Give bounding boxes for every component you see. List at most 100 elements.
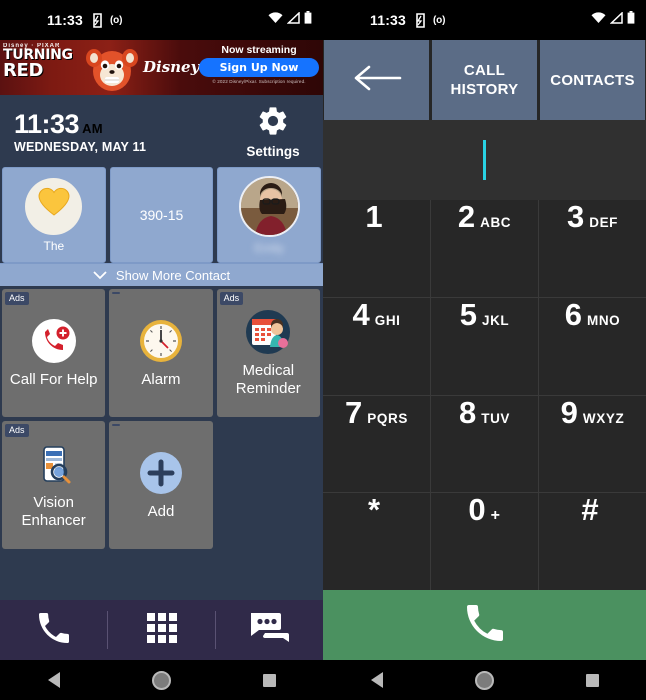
key-letters: TUV xyxy=(481,410,511,426)
dialpad-key-hash[interactable]: # xyxy=(539,493,646,590)
status-time: 11:33 xyxy=(47,12,84,28)
android-recents-button[interactable] xyxy=(215,673,323,687)
favorite-contacts-row: The 390-15 Emily xyxy=(0,167,323,263)
dialpad-key-5[interactable]: 5 JKL xyxy=(431,297,538,395)
banner-studio: Disney · PIXAR xyxy=(3,43,61,49)
recents-square-icon xyxy=(585,673,599,687)
call-button[interactable] xyxy=(323,590,646,660)
signal-icon xyxy=(286,11,300,29)
medical-calendar-icon xyxy=(244,308,292,356)
app-tile-medical-reminder[interactable]: Ads Medical Reminder xyxy=(216,289,320,417)
app-tile-add[interactable]: Add xyxy=(109,421,213,549)
dialpad-key-8[interactable]: 8 TUV xyxy=(431,394,538,493)
contact-name: The xyxy=(43,238,65,253)
plus-circle-icon xyxy=(137,449,185,497)
nav-phone-button[interactable] xyxy=(0,600,107,660)
dialpad-key-4[interactable]: 4 GHI xyxy=(323,296,430,395)
app-tile-alarm[interactable]: Alarm xyxy=(109,289,213,417)
heart-emoji-avatar xyxy=(25,177,83,235)
contact-name: Emily xyxy=(254,240,284,255)
apps-grid-icon xyxy=(143,609,181,652)
battery-icon xyxy=(627,11,635,29)
sign-up-now-button[interactable]: Sign Up Now xyxy=(199,58,319,77)
clock-ampm: AM xyxy=(82,120,103,136)
key-letters: DEF xyxy=(589,215,619,230)
wifi-icon xyxy=(268,11,283,29)
back-triangle-icon xyxy=(370,672,383,688)
dialpad-key-star[interactable]: * xyxy=(323,493,430,590)
status-bar-right-group xyxy=(268,11,312,29)
status-bar-right-group xyxy=(591,11,635,29)
android-home-button[interactable] xyxy=(431,670,539,690)
contacts-button[interactable]: CONTACTS xyxy=(540,40,645,120)
arrow-left-icon xyxy=(352,65,402,96)
key-digit: 8 xyxy=(458,394,477,430)
contact-tile[interactable]: Emily xyxy=(217,167,322,263)
text-caret xyxy=(483,140,486,180)
contact-number: 390-15 xyxy=(139,207,184,223)
vibrate-icon xyxy=(413,12,426,28)
app-tile-empty xyxy=(217,421,320,549)
android-back-button[interactable] xyxy=(0,672,108,688)
key-letters: MNO xyxy=(586,312,621,328)
dialpad: 1 2 ABC 3 DEF 4 GHI 5 JKL 6 MNO 7 PQRS 8… xyxy=(323,200,646,590)
dialpad-key-1[interactable]: 1 xyxy=(323,200,430,297)
app-tile-call-for-help[interactable]: Ads Call For Help xyxy=(2,289,106,417)
left-phone-screen: 11:33 (o) Disney · PIXAR TURNING RED Dis… xyxy=(0,0,323,700)
dialpad-key-2[interactable]: 2 ABC xyxy=(431,200,538,297)
gear-icon xyxy=(256,106,290,142)
key-digit: 0 xyxy=(468,492,486,528)
dialpad-key-3[interactable]: 3 DEF xyxy=(539,200,646,297)
android-back-button[interactable] xyxy=(323,672,431,688)
clock-time: 11:33 xyxy=(14,108,80,139)
alarm-clock-icon xyxy=(137,317,185,365)
clock-date: WEDNESDAY, MAY 11 xyxy=(14,139,147,154)
contact-photo-avatar xyxy=(238,175,300,237)
banner-cta-block: Now streaming Sign Up Now © 2022 Disney/… xyxy=(199,44,319,84)
banner-headline: Now streaming xyxy=(221,44,297,56)
key-digit: 4 xyxy=(352,296,370,332)
magnifier-phone-icon xyxy=(30,440,78,488)
app-tile-vision-enhancer[interactable]: Ads Vision Enhancer xyxy=(2,421,106,549)
disney-ad-banner[interactable]: Disney · PIXAR TURNING RED Disney+ Now s… xyxy=(0,40,323,95)
red-panda-artwork xyxy=(83,44,141,92)
dialpad-key-6[interactable]: 6 MNO xyxy=(539,297,646,395)
recents-square-icon xyxy=(262,673,276,687)
wifi-icon xyxy=(591,11,606,29)
app-label: Alarm xyxy=(141,371,181,388)
vibrate-icon xyxy=(90,12,103,28)
emergency-call-icon xyxy=(30,317,78,365)
app-label: Vision Enhancer xyxy=(21,494,86,529)
key-digit: 2 xyxy=(457,199,476,234)
back-triangle-icon xyxy=(47,672,60,688)
app-label: Call For Help xyxy=(9,371,98,388)
key-letters: PQRS xyxy=(367,410,408,426)
nav-apps-button[interactable] xyxy=(108,600,215,660)
contact-tile[interactable]: 390-15 xyxy=(109,167,214,263)
key-letters: JKL xyxy=(481,312,510,328)
key-digit: 1 xyxy=(365,199,383,234)
clock-time-line: 11:33 AM xyxy=(14,109,237,139)
key-letters: ABC xyxy=(480,215,512,230)
key-digit: 9 xyxy=(560,394,578,430)
heart-icon xyxy=(38,187,70,225)
call-history-button[interactable]: CALL HISTORY xyxy=(432,40,537,120)
banner-fine-print: © 2022 Disney/Pixar. Subscription requir… xyxy=(212,79,306,84)
phone-number-input[interactable] xyxy=(323,120,646,200)
nav-messages-button[interactable] xyxy=(216,600,323,660)
contact-tile[interactable]: The xyxy=(2,167,106,263)
key-letters: + xyxy=(490,507,501,525)
messages-icon xyxy=(249,610,291,651)
show-more-contacts-button[interactable]: Show More Contact xyxy=(0,263,323,286)
clock-block: 11:33 AM WEDNESDAY, MAY 11 xyxy=(14,109,237,154)
home-circle-icon xyxy=(152,670,171,690)
dialpad-key-0[interactable]: 0 + xyxy=(431,493,538,590)
dialpad-key-9[interactable]: 9 WXYZ xyxy=(539,394,646,493)
settings-button[interactable]: Settings xyxy=(237,104,309,159)
android-recents-button[interactable] xyxy=(538,673,646,687)
phone-icon xyxy=(461,599,509,652)
back-button[interactable] xyxy=(324,40,429,120)
android-home-button[interactable] xyxy=(108,670,216,690)
dialpad-key-7[interactable]: 7 PQRS xyxy=(323,395,430,493)
key-digit: # xyxy=(581,492,599,528)
